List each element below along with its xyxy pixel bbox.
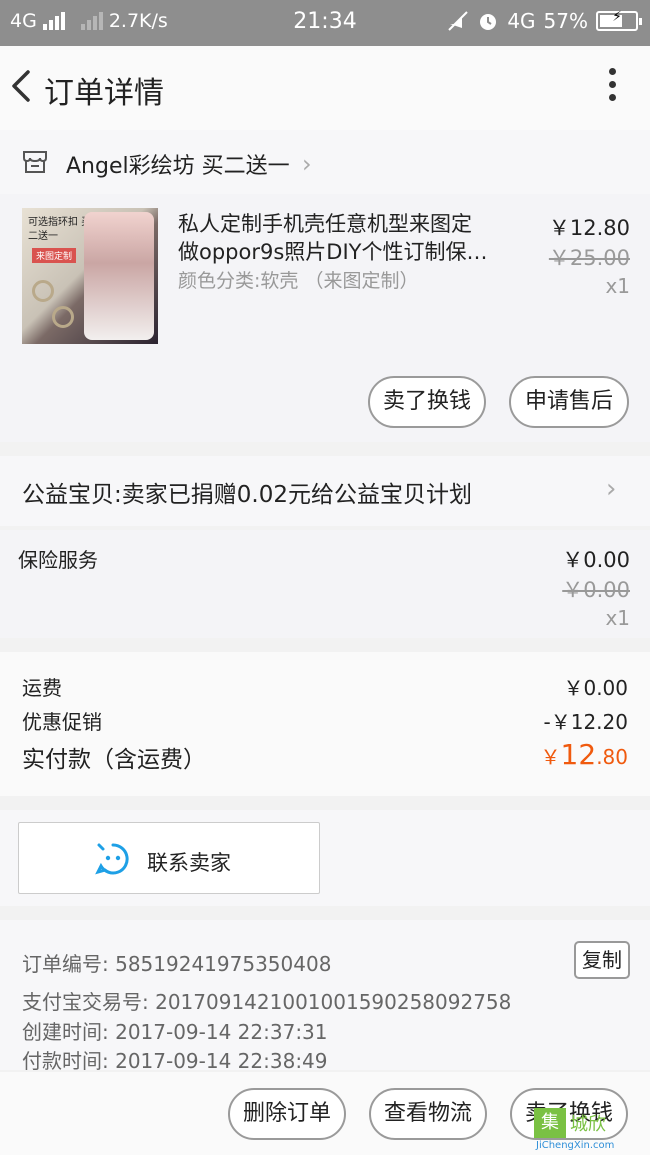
order-totals: 运费 ￥0.00 优惠促销 -￥12.20 实付款（含运费） ￥12.80 [0,652,650,796]
more-menu-icon[interactable] [606,68,618,104]
page-title: 订单详情 [44,76,164,111]
copy-button[interactable]: 复制 [574,941,630,979]
navigation-bar: 订单详情 [0,46,650,130]
paid-row: 实付款（含运费） ￥12.80 [22,738,628,774]
discount-row: 优惠促销 -￥12.20 [22,706,628,735]
product-title[interactable]: 私人定制手机壳任意机型来图定 做oppor9s照片DIY个性订制保… [178,210,498,266]
chevron-right-icon: › [606,474,617,504]
shipping-label: 运费 [22,676,62,700]
alarm-icon [480,14,497,30]
product-quantity: x1 [605,274,630,298]
watermark-url: JiChengXin.com [536,1140,615,1151]
payment-time: 付款时间: 2017-09-14 22:38:49 [22,1049,328,1073]
sell-exchange-button[interactable]: 卖了换钱 [368,376,486,428]
insurance-original-price: ￥0.00 [562,578,630,602]
watermark-logo: 集 [534,1108,566,1138]
product-original-price: ￥25.00 [548,246,630,270]
product-price: ￥12.80 [548,216,630,240]
order-number: 订单编号: 58519241975350408 [22,952,332,976]
product-thumbnail[interactable]: 可选指环扣 买二送一 来图定制 [22,208,158,344]
created-time: 创建时间: 2017-09-14 22:37:31 [22,1020,328,1044]
product-sku: 颜色分类:软壳 （来图定制） [178,270,419,292]
mute-icon [448,11,469,31]
store-icon [23,151,47,173]
order-info: 订单编号: 58519241975350408 复制 支付宝交易号: 20170… [0,920,650,1073]
battery-percent: 57% [543,9,588,33]
contact-section: 联系卖家 [0,810,650,906]
shop-row[interactable]: Angel彩绘坊 买二送一 › [0,130,650,194]
paid-amount: ￥12.80 [541,738,628,771]
delete-order-button[interactable]: 删除订单 [228,1088,346,1140]
product-title-line: 私人定制手机壳任意机型来图定 [178,212,472,236]
insurance-quantity: x1 [605,606,630,630]
insurance-label: 保险服务 [18,548,98,572]
shipping-row: 运费 ￥0.00 [22,672,628,701]
watermark-text: 城欣 [570,1114,606,1135]
shop-name: Angel彩绘坊 买二送一 [66,154,290,179]
chat-icon [95,843,129,875]
thumbnail-tag: 来图定制 [32,248,77,263]
back-arrow-icon[interactable] [6,66,40,106]
insurance-row: 保险服务 ￥0.00 ￥0.00 x1 [0,530,650,638]
product-card: 可选指环扣 买二送一 来图定制 私人定制手机壳任意机型来图定 做oppor9s照… [0,194,650,442]
charity-row[interactable]: 公益宝贝:卖家已捐赠0.02元给公益宝贝计划 › [0,456,650,526]
ring-holder-image [52,306,74,328]
insurance-price: ￥0.00 [562,548,630,572]
discount-label: 优惠促销 [22,710,102,734]
paid-integer: 12 [560,738,597,771]
ring-holder-image [32,280,54,302]
status-bar: 4G 2.7K/s 21:34 4G 57% ⚡ [0,0,650,46]
alipay-trade-number: 支付宝交易号: 2017091421001001590258092758 [22,990,512,1014]
product-title-line: 做oppor9s照片DIY个性订制保… [178,240,488,264]
contact-seller-label: 联系卖家 [147,851,231,875]
shipping-value: ￥0.00 [563,676,628,700]
battery-icon: ⚡ [596,9,642,31]
network-label-2: 4G [507,9,536,33]
view-logistics-button[interactable]: 查看物流 [369,1088,487,1140]
chevron-right-icon: › [302,150,312,178]
phone-case-image [84,212,154,340]
paid-label: 实付款（含运费） [22,747,206,773]
status-right: 4G 57% ⚡ [447,9,642,33]
after-sale-button[interactable]: 申请售后 [509,376,629,428]
discount-value: -￥12.20 [543,710,628,734]
paid-decimal: .80 [596,745,628,769]
charity-text: 公益宝贝:卖家已捐赠0.02元给公益宝贝计划 [22,482,472,508]
site-watermark: 集 城欣 JiChengXin.com [528,1102,650,1155]
contact-seller-button[interactable]: 联系卖家 [18,822,320,894]
paid-currency: ￥ [540,745,561,769]
